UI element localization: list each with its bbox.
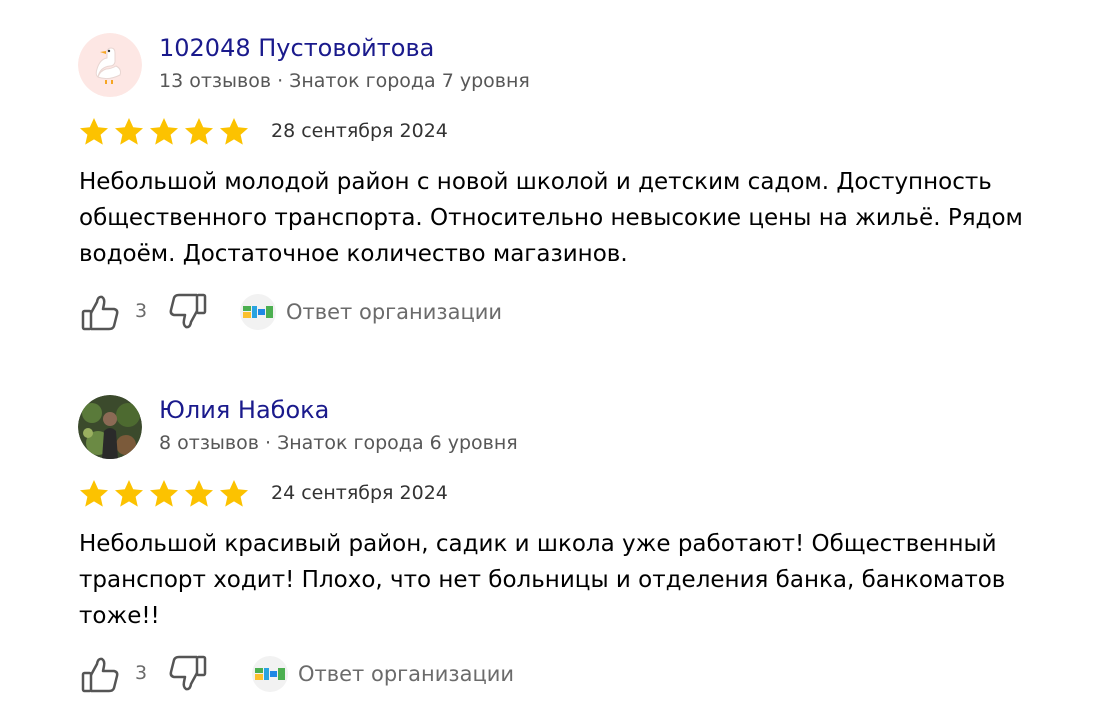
thumb-up-icon[interactable] — [80, 651, 122, 697]
author-meta: 8 отзывов · Знаток города 6 уровня — [159, 432, 518, 454]
review-date: 24 сентября 2024 — [271, 482, 448, 504]
review-text: Небольшой красивый район, садик и школа … — [79, 531, 1006, 629]
photo-avatar-icon — [78, 395, 142, 459]
thumb-down-icon[interactable] — [166, 651, 208, 697]
star-icon — [185, 480, 213, 507]
thumb-down-icon[interactable] — [166, 289, 208, 335]
org-answer-button[interactable]: Ответ организации — [240, 293, 502, 331]
rating-stars — [78, 478, 250, 510]
org-logo-icon — [240, 294, 276, 330]
avatar[interactable] — [78, 33, 142, 97]
author-name[interactable]: 102048 Пустовойтова — [159, 33, 434, 63]
org-answer-label: Ответ организации — [286, 300, 503, 324]
goose-avatar-icon — [78, 33, 142, 97]
star-icon — [150, 118, 178, 145]
like-count: 3 — [135, 300, 148, 322]
star-icon — [220, 480, 248, 507]
review-text: Небольшой молодой район с новой школой и… — [79, 169, 1023, 267]
author-meta: 13 отзывов · Знаток города 7 уровня — [159, 70, 530, 92]
star-icon — [80, 480, 108, 507]
thumb-up-icon[interactable] — [80, 289, 122, 335]
star-icon — [115, 118, 143, 145]
org-answer-button[interactable]: Ответ организации — [252, 655, 514, 693]
author-name[interactable]: Юлия Набока — [159, 395, 329, 425]
star-icon — [150, 480, 178, 507]
star-icon — [115, 480, 143, 507]
like-count: 3 — [135, 662, 148, 684]
avatar[interactable] — [78, 395, 142, 459]
org-logo-icon — [252, 656, 288, 692]
star-icon — [185, 118, 213, 145]
star-icon — [80, 118, 108, 145]
org-answer-label: Ответ организации — [298, 662, 515, 686]
star-icon — [220, 118, 248, 145]
rating-stars — [78, 116, 250, 148]
review-date: 28 сентября 2024 — [271, 120, 448, 142]
